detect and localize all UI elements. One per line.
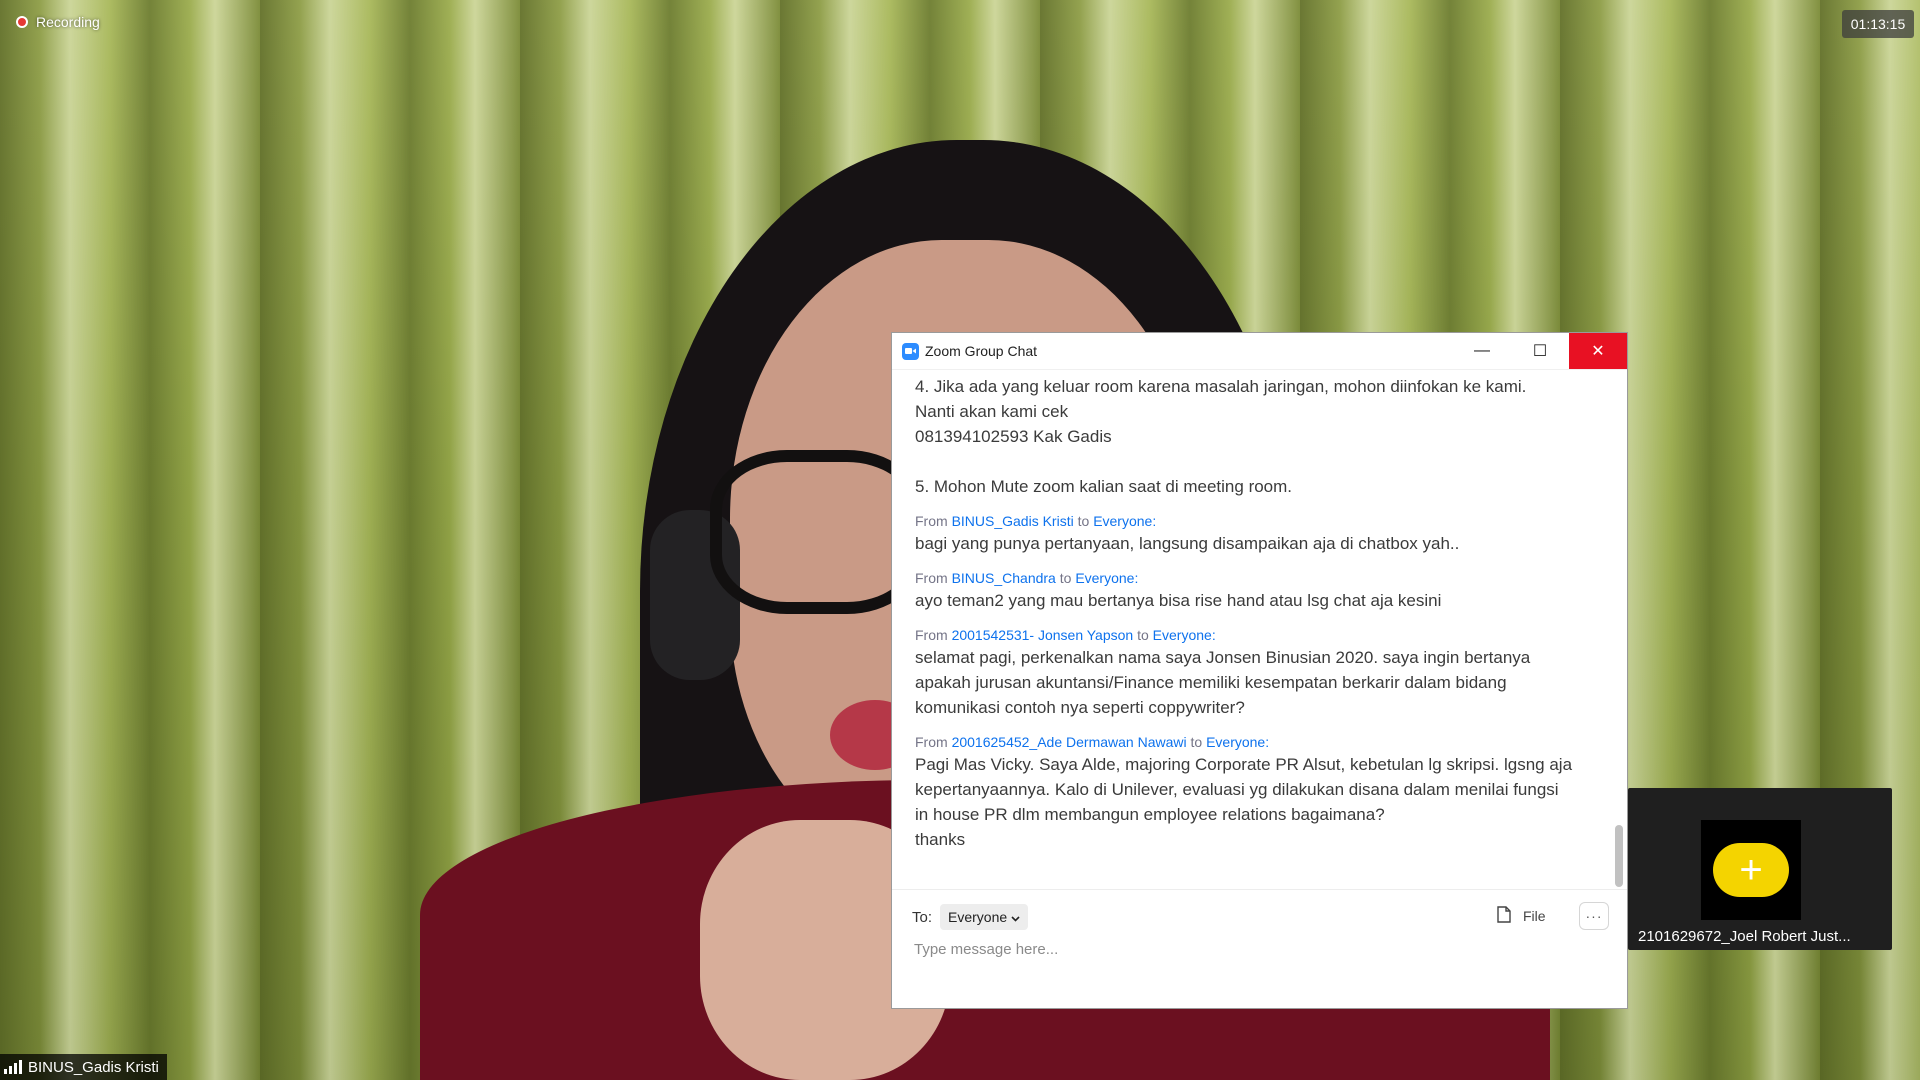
chat-titlebar[interactable]: Zoom Group Chat — ☐ ✕ (892, 333, 1627, 370)
message-text: selamat pagi, perkenalkan nama saya Jons… (915, 648, 1531, 717)
chevron-down-icon (1011, 909, 1020, 925)
signal-strength-icon (4, 1060, 22, 1074)
avatar-plus-icon: + (1713, 843, 1789, 897)
message-header: From 2001625452_Ade Dermawan Nawawi to E… (915, 732, 1627, 752)
to-label: to (1190, 734, 1203, 750)
recipient-name: Everyone: (1152, 627, 1216, 643)
message-text: 4. Jika ada yang keluar room karena masa… (915, 377, 1527, 496)
zoom-app-icon (902, 342, 919, 360)
sender-name[interactable]: BINUS_Chandra (952, 570, 1056, 586)
chat-message: From BINUS_Chandra to Everyone: ayo tema… (915, 568, 1627, 613)
more-options-button[interactable]: ··· (1579, 902, 1609, 930)
sender-name[interactable]: BINUS_Gadis Kristi (952, 513, 1074, 529)
file-button[interactable]: File (1497, 906, 1546, 926)
message-header: From BINUS_Gadis Kristi to Everyone: (915, 511, 1627, 531)
file-label: File (1523, 908, 1546, 924)
to-label: to (1059, 570, 1072, 586)
sender-name[interactable]: 2001625452_Ade Dermawan Nawawi (952, 734, 1187, 750)
message-text: Pagi Mas Vicky. Saya Alde, majoring Corp… (915, 755, 1573, 849)
from-label: From (915, 734, 948, 750)
recipient-name: Everyone: (1075, 570, 1139, 586)
speaker-name-tag: BINUS_Gadis Kristi (0, 1054, 167, 1080)
to-label: to (1137, 627, 1149, 643)
group-chat-window[interactable]: Zoom Group Chat — ☐ ✕ 4. Jika ada yang k… (891, 332, 1628, 1009)
to-label: to (1077, 513, 1090, 529)
message-text: bagi yang punya pertanyaan, langsung dis… (915, 534, 1460, 553)
message-header: From BINUS_Chandra to Everyone: (915, 568, 1627, 588)
recording-label: Recording (36, 14, 100, 30)
to-label: To: (912, 908, 933, 926)
from-label: From (915, 570, 948, 586)
recording-dot-icon (16, 16, 28, 28)
recipient-dropdown[interactable]: Everyone (940, 904, 1029, 930)
from-label: From (915, 627, 948, 643)
chat-message: From BINUS_Gadis Kristi to Everyone: bag… (915, 511, 1627, 556)
chat-window-title: Zoom Group Chat (925, 343, 1038, 359)
meeting-timer: 01:13:15 (1842, 10, 1914, 38)
from-label: From (915, 513, 948, 529)
participant-name: 2101629672_Joel Robert Just... (1638, 928, 1851, 945)
message-input[interactable] (912, 940, 1576, 959)
chat-message: From 2001625452_Ade Dermawan Nawawi to E… (915, 732, 1627, 852)
file-icon (1497, 906, 1511, 926)
sender-name[interactable]: 2001542531- Jonsen Yapson (952, 627, 1134, 643)
chat-message-list[interactable]: 4. Jika ada yang keluar room karena masa… (892, 370, 1627, 889)
close-button[interactable]: ✕ (1569, 333, 1627, 369)
chat-message: From 2001542531- Jonsen Yapson to Everyo… (915, 625, 1627, 720)
scrollbar-thumb[interactable] (1615, 825, 1623, 887)
participant-thumbnail[interactable]: + 2101629672_Joel Robert Just... (1628, 788, 1892, 950)
maximize-button[interactable]: ☐ (1511, 333, 1569, 369)
chat-composer: To: Everyone File ··· (892, 889, 1627, 1008)
message-header: From 2001542531- Jonsen Yapson to Everyo… (915, 625, 1627, 645)
recording-indicator[interactable]: Recording (16, 14, 100, 30)
recipient-name: Everyone: (1206, 734, 1270, 750)
recipient-name: Everyone: (1093, 513, 1157, 529)
chat-scrollbar[interactable] (1615, 370, 1623, 889)
minimize-button[interactable]: — (1453, 333, 1511, 369)
recipient-row: To: Everyone (912, 904, 1029, 930)
speaker-name: BINUS_Gadis Kristi (28, 1058, 159, 1076)
recipient-selected: Everyone (948, 909, 1008, 925)
message-text: ayo teman2 yang mau bertanya bisa rise h… (915, 591, 1442, 610)
participant-avatar: + (1701, 820, 1801, 920)
